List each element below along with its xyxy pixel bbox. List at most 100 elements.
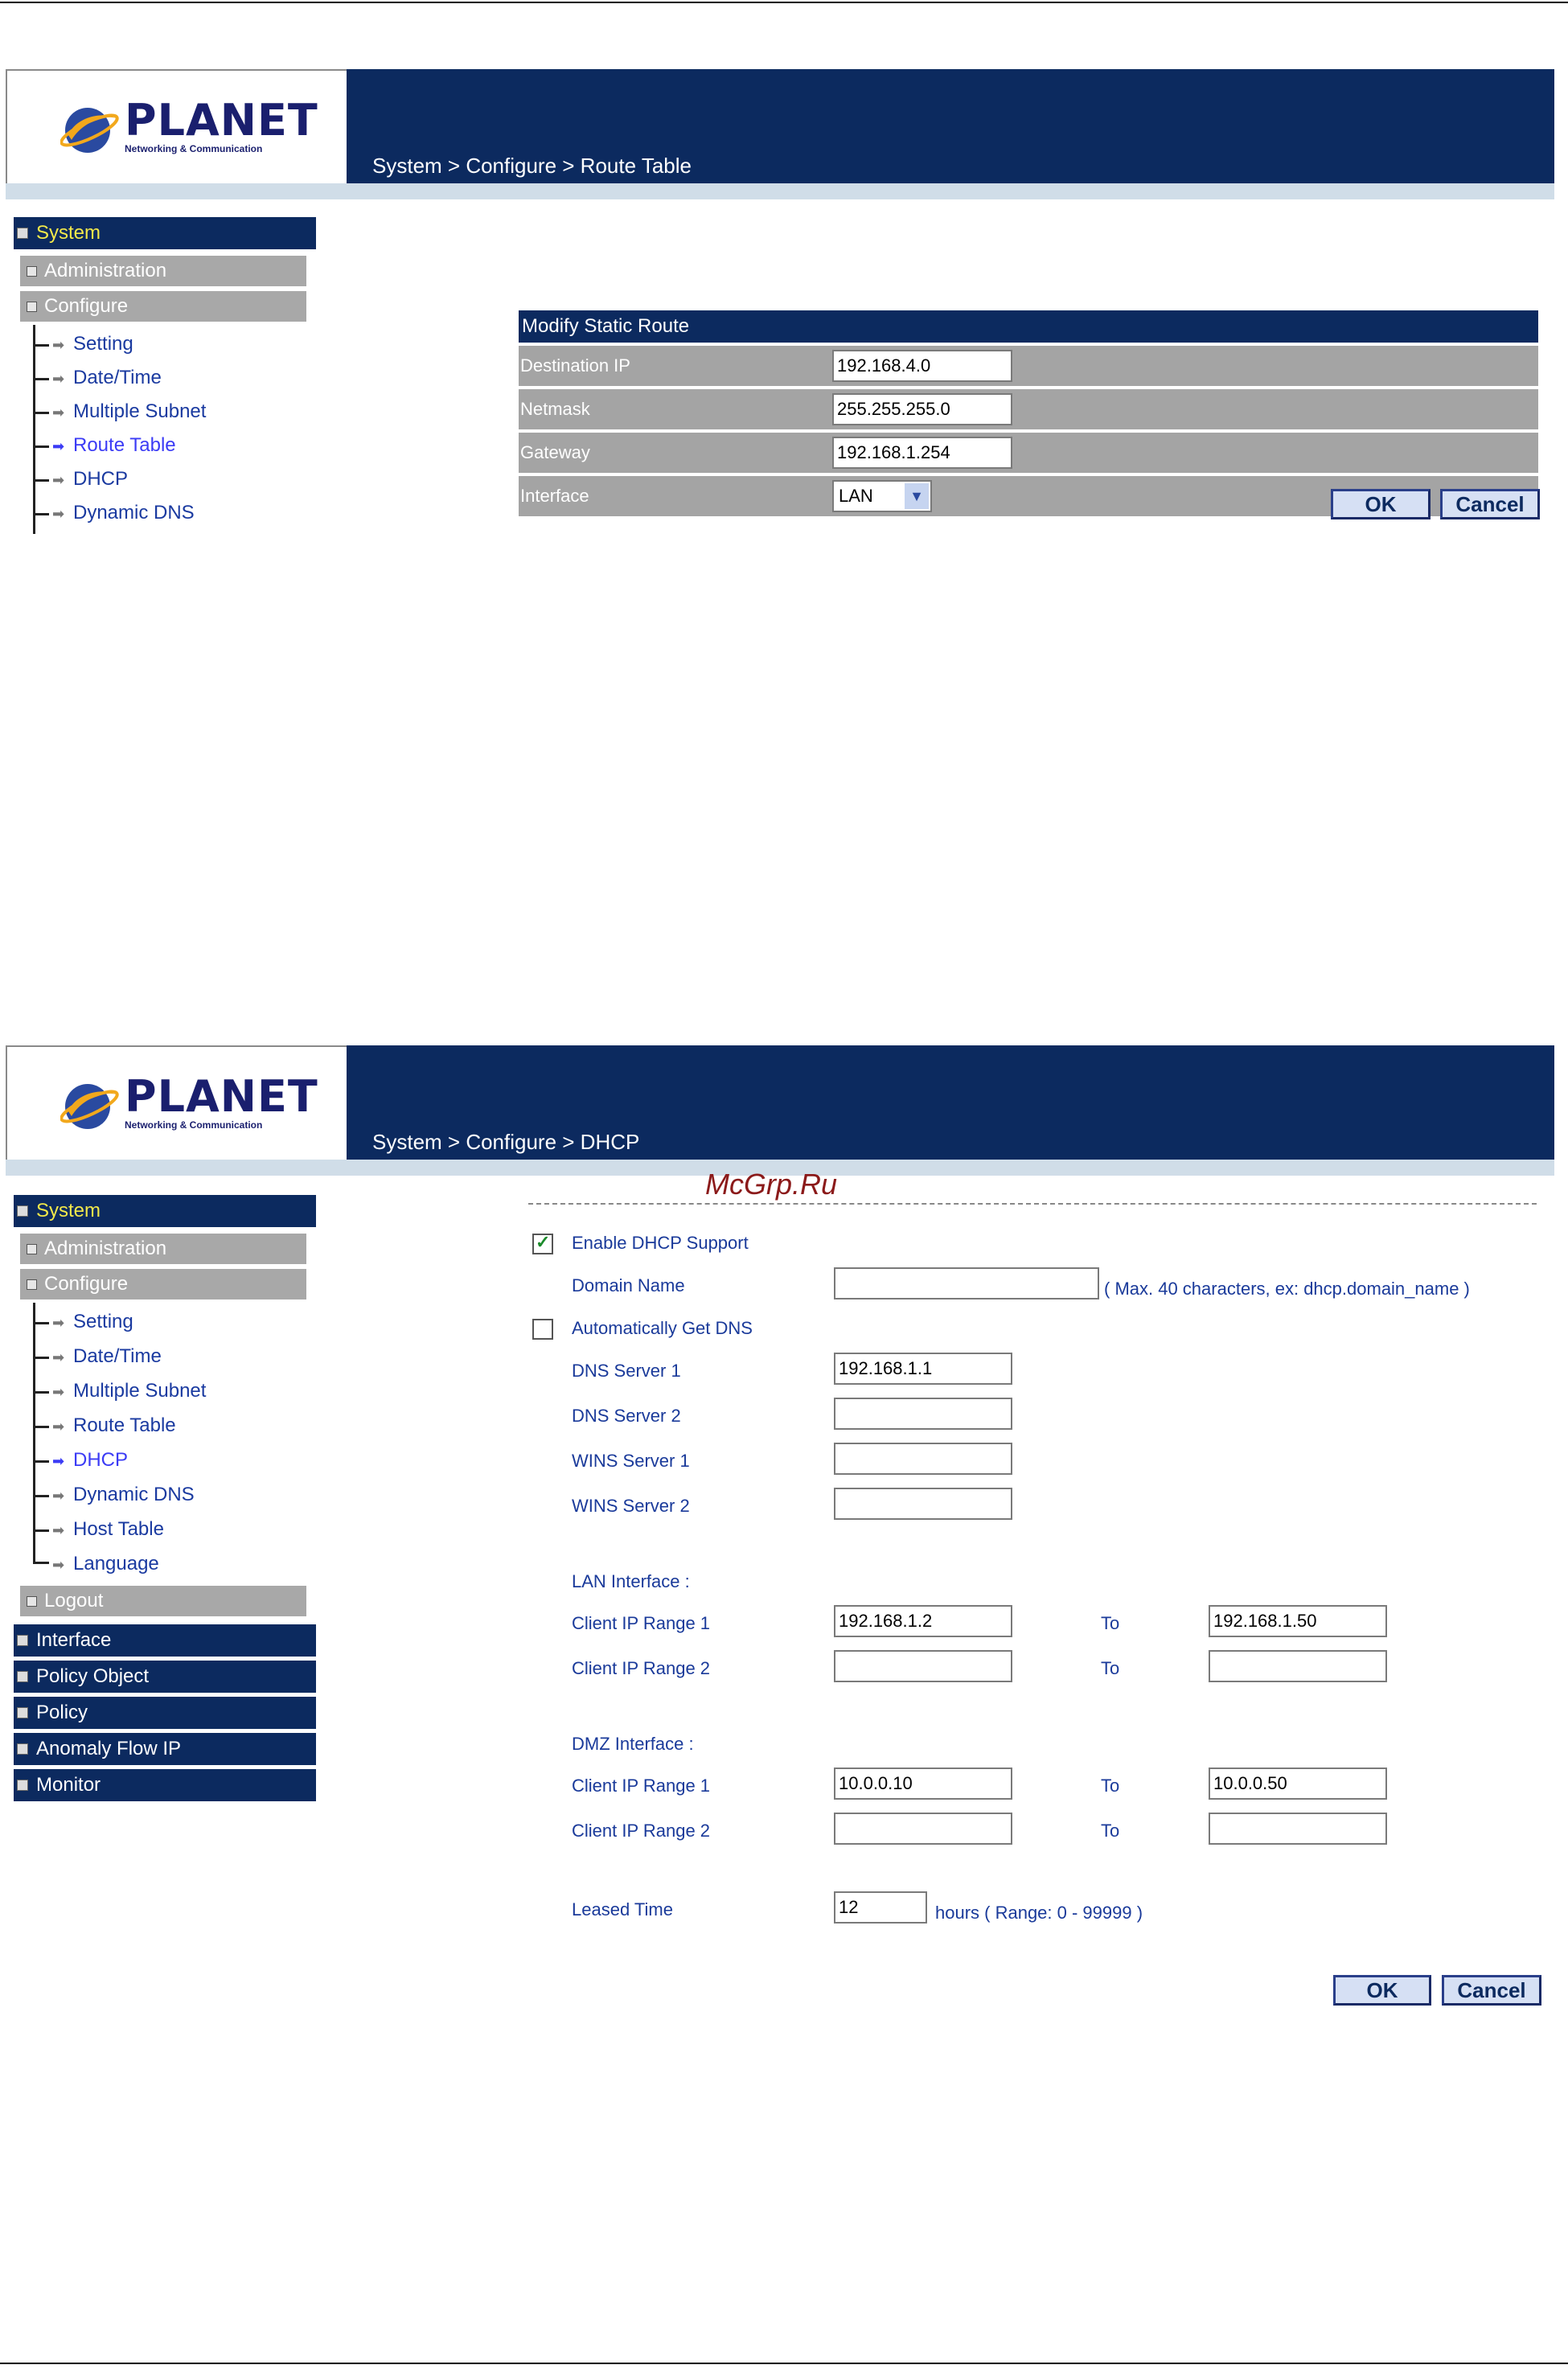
enable-dhcp-label: Enable DHCP Support [572,1233,749,1253]
breadcrumb: System > Configure > DHCP [372,1130,640,1154]
menu-interface[interactable]: Interface [14,1624,316,1657]
domain-name-label: Domain Name [572,1275,685,1295]
menu-item-label: Route Table [73,1414,176,1436]
dns-server-2-input[interactable] [834,1398,1012,1430]
cancel-button[interactable]: Cancel [1442,1975,1541,2006]
menu-section-label: Policy Object [36,1665,150,1687]
planet-globe-icon [60,1084,119,1129]
menu-anomaly-flow-ip[interactable]: Anomaly Flow IP [14,1733,316,1765]
logo-area: PLANET Networking & Communication [6,1045,347,1160]
dns-server-1-input[interactable]: 192.168.1.1 [834,1353,1012,1385]
expand-icon [17,1743,28,1755]
dmz-range-2-to-input[interactable] [1209,1813,1387,1845]
arrow-right-icon: ➡ [52,371,65,387]
planet-logo: PLANET Networking & Communication [60,96,318,156]
planet-logo: PLANET Networking & Communication [60,1073,318,1132]
gateway-label: Gateway [520,442,590,462]
logo-wordmark: PLANET [125,1071,318,1122]
menu-section-label: Interface [36,1629,112,1651]
chevron-down-icon[interactable]: ▼ [905,483,929,509]
menu-system[interactable]: System [14,1195,316,1227]
domain-name-input[interactable] [834,1267,1099,1299]
menu-item-dhcp[interactable]: ➡ DHCP [30,1444,128,1476]
netmask-input[interactable]: 255.255.255.0 [832,393,1012,425]
header-strip [6,183,1554,199]
destination-ip-input[interactable]: 192.168.4.0 [832,350,1012,382]
menu-item-dynamic-dns[interactable]: ➡ Dynamic DNS [30,497,195,529]
menu-item-dhcp[interactable]: ➡ DHCP [30,463,128,495]
menu-item-setting[interactable]: ➡ Setting [30,1306,133,1338]
ok-button[interactable]: OK [1331,489,1430,519]
top-rule [0,2,1568,3]
logo-tagline: Networking & Communication [125,143,263,154]
wins-server-1-label: WINS Server 1 [572,1451,690,1471]
collapse-icon [27,1279,37,1290]
menu-monitor[interactable]: Monitor [14,1769,316,1801]
lan-range-2-to-label: To [1101,1658,1120,1678]
menu-item-label: Setting [73,333,133,355]
arrow-right-icon: ➡ [52,1384,65,1400]
menu-item-dynamic-dns[interactable]: ➡ Dynamic DNS [30,1479,195,1511]
wins-server-2-input[interactable] [834,1488,1012,1520]
arrow-right-icon: ➡ [52,1488,65,1504]
leased-time-input[interactable]: 12 [834,1891,927,1924]
dmz-range-1-from-input[interactable]: 10.0.0.10 [834,1768,1012,1800]
dmz-range-2-to-label: To [1101,1821,1120,1841]
arrow-right-icon: ➡ [52,1349,65,1365]
modify-static-route-form: Modify Static Route Destination IP 192.1… [519,310,1538,516]
menu-policy[interactable]: Policy [14,1697,316,1729]
leased-time-label: Leased Time [572,1899,673,1919]
menu-administration-label: Administration [44,1238,167,1259]
header: PLANET Networking & Communication System… [6,69,1554,199]
wins-server-1-input[interactable] [834,1443,1012,1475]
auto-dns-label: Automatically Get DNS [572,1318,753,1338]
menu-system[interactable]: System [14,217,316,249]
collapse-icon [17,228,28,239]
menu-configure[interactable]: Configure [20,1269,306,1299]
cancel-button[interactable]: Cancel [1440,489,1540,519]
auto-dns-checkbox[interactable] [532,1319,553,1340]
menu-item-setting[interactable]: ➡ Setting [30,328,133,360]
lan-range-1-label: Client IP Range 1 [572,1613,711,1633]
dmz-range-2-label: Client IP Range 2 [572,1821,711,1841]
menu-item-host-table[interactable]: ➡ Host Table [30,1513,164,1546]
menu-configure-label: Configure [44,295,129,317]
gateway-input[interactable]: 192.168.1.254 [832,437,1012,469]
menu-item-label: Dynamic DNS [73,502,195,523]
lan-range-1-to-input[interactable]: 192.168.1.50 [1209,1605,1387,1637]
expand-icon [27,266,37,277]
menu-item-multiple-subnet[interactable]: ➡ Multiple Subnet [30,396,206,428]
interface-select-value: LAN [839,486,873,506]
logo-area: PLANET Networking & Communication [6,69,347,183]
dmz-range-2-from-input[interactable] [834,1813,1012,1845]
lan-range-2-label: Client IP Range 2 [572,1658,711,1678]
interface-select[interactable]: LAN ▼ [832,480,932,512]
leased-time-hint: hours ( Range: 0 - 99999 ) [935,1903,1143,1923]
menu-logout[interactable]: Logout [20,1586,306,1616]
menu-item-route-table[interactable]: ➡ Route Table [30,1410,176,1442]
expand-icon [17,1671,28,1682]
menu-item-multiple-subnet[interactable]: ➡ Multiple Subnet [30,1375,206,1407]
menu-section-label: Monitor [36,1774,101,1796]
menu-item-label: Date/Time [73,1345,162,1367]
lan-range-1-to-label: To [1101,1613,1120,1633]
menu-administration[interactable]: Administration [20,1234,306,1264]
enable-dhcp-checkbox[interactable]: ✓ [532,1232,553,1254]
lan-interface-heading: LAN Interface : [572,1571,690,1591]
lan-range-2-to-input[interactable] [1209,1650,1387,1682]
menu-item-route-table[interactable]: ➡ Route Table [30,429,176,462]
menu-administration[interactable]: Administration [20,256,306,286]
menu-item-datetime[interactable]: ➡ Date/Time [30,362,162,394]
ok-button[interactable]: OK [1333,1975,1431,2006]
lan-range-2-from-input[interactable] [834,1650,1012,1682]
menu-item-label: Multiple Subnet [73,400,207,422]
gateway-row: Gateway 192.168.1.254 [519,433,1538,473]
collapse-icon [17,1205,28,1217]
title-banner: System > Configure > DHCP [347,1045,1554,1160]
menu-policy-object[interactable]: Policy Object [14,1661,316,1693]
menu-item-datetime[interactable]: ➡ Date/Time [30,1341,162,1373]
menu-item-language[interactable]: ➡ Language [30,1548,159,1580]
menu-configure[interactable]: Configure [20,291,306,322]
dmz-range-1-to-input[interactable]: 10.0.0.50 [1209,1768,1387,1800]
lan-range-1-from-input[interactable]: 192.168.1.2 [834,1605,1012,1637]
